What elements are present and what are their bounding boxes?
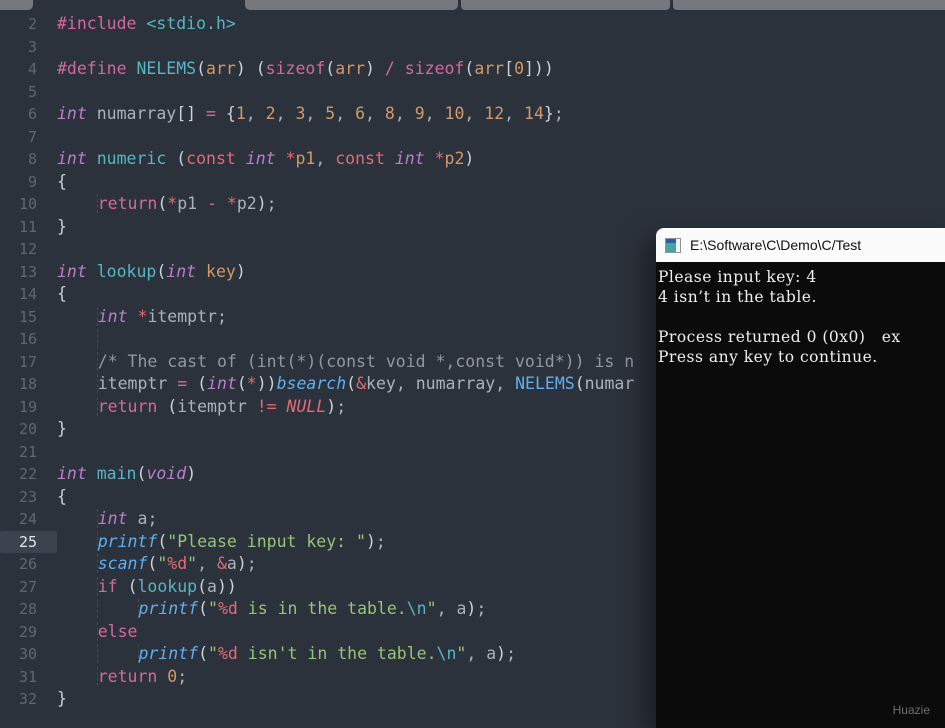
code-line: 10 return(*p1 - *p2); (0, 193, 945, 216)
code-text: itemptr = (int(*))bsearch(&key, numarray… (57, 374, 634, 393)
code-line: 9{ (0, 171, 945, 194)
line-number: 19 (18, 397, 37, 416)
line-number: 24 (18, 510, 37, 528)
code-text: { (57, 486, 67, 506)
line-number: 6 (27, 105, 37, 123)
code-text: else (57, 621, 138, 641)
line-number: 10 (18, 195, 37, 213)
line-number: 3 (27, 37, 37, 56)
code-text: printf("%d isn't in the table.\n", a); (57, 644, 516, 663)
tab-stub[interactable] (0, 0, 33, 10)
code-text: int *itemptr; (57, 306, 227, 326)
line-number: 4 (27, 60, 37, 78)
code-text: return(*p1 - *p2); (57, 194, 277, 213)
line-number: 29 (18, 622, 37, 641)
code-text: int main(void) (57, 464, 197, 483)
line-number: 22 (18, 465, 37, 483)
line-number: 11 (18, 217, 37, 236)
line-number: 16 (18, 330, 37, 348)
code-text: scanf("%d", &a); (57, 554, 257, 573)
line-number: 8 (27, 150, 37, 168)
line-number: 21 (18, 442, 37, 461)
line-number: 23 (18, 487, 37, 506)
line-number: 2 (27, 15, 37, 33)
active-line-number: 25 (0, 530, 57, 553)
code-text: return (itemptr != NULL); (57, 396, 346, 416)
line-number: 12 (18, 240, 37, 258)
line-number: 13 (18, 262, 37, 281)
code-text: /* The cast of (int(*)(const void *,cons… (57, 351, 634, 371)
console-window: E:\Software\C\Demo\C/Test Please input k… (656, 228, 945, 728)
code-text (57, 329, 98, 348)
line-number: 7 (27, 127, 37, 146)
code-line: 6 int numarray[] = {1, 2, 3, 5, 6, 8, 9, … (0, 103, 945, 126)
line-number: 26 (18, 555, 37, 573)
code-text: } (57, 419, 67, 438)
tab-stub[interactable] (245, 0, 458, 10)
ide-window: 2 #include <stdio.h> 3 4 #define NELEMS(arr)… (0, 0, 945, 728)
console-output-text: Please input key: 4 4 isn’t in the table… (658, 268, 901, 366)
line-number: 14 (18, 285, 37, 303)
code-line: 7 (0, 126, 945, 149)
code-line: 5 (0, 81, 945, 104)
code-text: return 0; (57, 666, 187, 686)
code-text: int numarray[] = {1, 2, 3, 5, 6, 8, 9, 1… (57, 104, 564, 123)
line-number: 32 (18, 690, 37, 708)
console-title: E:\Software\C\Demo\C/Test (690, 237, 862, 253)
line-number: 15 (18, 307, 37, 326)
code-text: } (57, 216, 67, 236)
line-number: 5 (27, 82, 37, 101)
console-title-bar[interactable]: E:\Software\C\Demo\C/Test (656, 228, 945, 262)
tab-stub[interactable] (461, 0, 670, 10)
console-window-icon (665, 237, 681, 253)
line-number: 18 (18, 375, 37, 393)
line-number: 28 (18, 600, 37, 618)
line-number: 9 (27, 172, 37, 191)
console-watermark: Huazie (892, 703, 930, 717)
code-text: { (57, 171, 67, 191)
code-text: printf("%d is in the table.\n", a); (57, 599, 486, 618)
code-text: #include <stdio.h> (57, 14, 236, 33)
console-output-area[interactable]: Please input key: 4 4 isn’t in the table… (656, 262, 945, 728)
tab-strip (0, 0, 945, 10)
code-line: 8 int numeric (const int *p1, const int *… (0, 148, 945, 171)
code-line: 3 (0, 36, 945, 59)
tab-stub[interactable] (673, 0, 945, 10)
code-text: { (57, 284, 67, 303)
line-number: 20 (18, 420, 37, 438)
line-number: 27 (18, 577, 37, 596)
code-text: int lookup(int key) (57, 261, 246, 281)
code-text: int numeric (const int *p1, const int *p… (57, 149, 475, 168)
code-text: int a; (57, 509, 157, 528)
code-line: 4 #define NELEMS(arr) (sizeof(arr) / size… (0, 58, 945, 81)
code-line: 2 #include <stdio.h> (0, 13, 945, 36)
line-number: 17 (18, 352, 37, 371)
code-text: printf("Please input key: "); (57, 531, 386, 551)
line-number: 31 (18, 667, 37, 686)
line-number: 30 (18, 645, 37, 663)
code-text: #define NELEMS(arr) (sizeof(arr) / sizeo… (57, 59, 554, 78)
code-text: if (lookup(a)) (57, 576, 237, 596)
code-text: } (57, 689, 67, 708)
